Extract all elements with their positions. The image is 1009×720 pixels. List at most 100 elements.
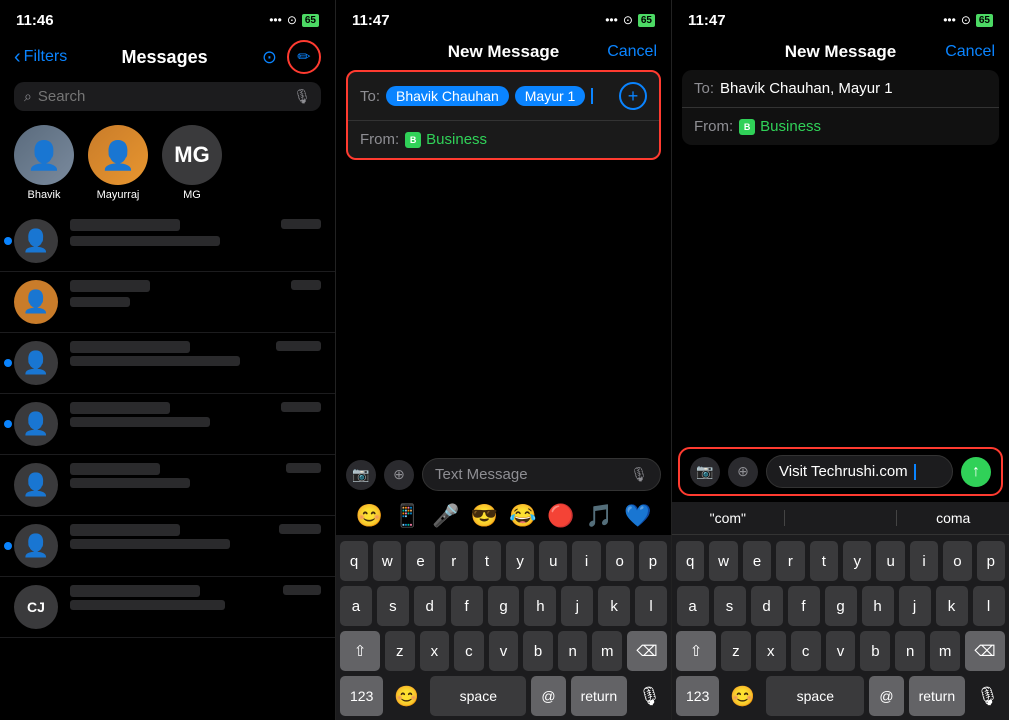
message-item[interactable]: 👤: [0, 455, 335, 516]
key-b-p3[interactable]: b: [860, 631, 890, 671]
key-i[interactable]: i: [572, 541, 600, 581]
key-a[interactable]: a: [340, 586, 372, 626]
return-key-p3[interactable]: return: [909, 676, 966, 716]
key-f[interactable]: f: [451, 586, 483, 626]
key-c[interactable]: c: [454, 631, 484, 671]
emoji-music[interactable]: 🎵: [586, 503, 613, 529]
more-button[interactable]: ⊙: [262, 46, 277, 69]
numbers-key[interactable]: 123: [340, 676, 383, 716]
delete-key-p3[interactable]: ⌫: [965, 631, 1005, 671]
delete-key[interactable]: ⌫: [627, 631, 667, 671]
shift-key[interactable]: ⇧: [340, 631, 380, 671]
emoji-heart[interactable]: 💙: [624, 503, 651, 529]
key-q-p3[interactable]: q: [676, 541, 704, 581]
key-p[interactable]: p: [639, 541, 667, 581]
text-message-field-p2[interactable]: Text Message 🎙: [422, 458, 661, 491]
key-f-p3[interactable]: f: [788, 586, 820, 626]
emoji-key[interactable]: 😊: [388, 684, 425, 709]
key-l[interactable]: l: [635, 586, 667, 626]
key-z[interactable]: z: [385, 631, 415, 671]
message-item[interactable]: 👤: [0, 211, 335, 272]
key-d[interactable]: d: [414, 586, 446, 626]
autocomplete-com[interactable]: "com": [672, 510, 785, 526]
at-key[interactable]: @: [531, 676, 565, 716]
compose-button[interactable]: ✏: [287, 40, 321, 74]
recipient-tag-mayur[interactable]: Mayur 1: [515, 86, 586, 106]
key-g[interactable]: g: [488, 586, 520, 626]
apps-button-p2[interactable]: ⊕: [384, 460, 414, 490]
key-q[interactable]: q: [340, 541, 368, 581]
key-e[interactable]: e: [406, 541, 434, 581]
emoji-cool[interactable]: 😎: [471, 503, 498, 529]
key-h[interactable]: h: [524, 586, 556, 626]
search-bar[interactable]: ⌕ 🎙: [14, 82, 321, 111]
message-item[interactable]: 👤: [0, 394, 335, 455]
key-v-p3[interactable]: v: [826, 631, 856, 671]
key-o[interactable]: o: [606, 541, 634, 581]
key-j-p3[interactable]: j: [899, 586, 931, 626]
search-input[interactable]: [38, 88, 287, 105]
key-e-p3[interactable]: e: [743, 541, 771, 581]
key-t[interactable]: t: [473, 541, 501, 581]
emoji-search[interactable]: 🔴: [547, 503, 574, 529]
key-s[interactable]: s: [377, 586, 409, 626]
key-w-p3[interactable]: w: [709, 541, 737, 581]
autocomplete-coma[interactable]: coma: [897, 510, 1009, 526]
key-k-p3[interactable]: k: [936, 586, 968, 626]
message-body-p2[interactable]: [336, 160, 671, 452]
space-key[interactable]: space: [430, 676, 526, 716]
mic-key-p3[interactable]: 🎙: [970, 686, 1005, 707]
key-p-p3[interactable]: p: [977, 541, 1005, 581]
key-i-p3[interactable]: i: [910, 541, 938, 581]
key-s-p3[interactable]: s: [714, 586, 746, 626]
message-body-p3[interactable]: [672, 145, 1009, 447]
cancel-button-p3[interactable]: Cancel: [945, 43, 995, 61]
emoji-wave[interactable]: 🎤: [432, 503, 459, 529]
key-x-p3[interactable]: x: [756, 631, 786, 671]
key-j[interactable]: j: [561, 586, 593, 626]
key-n-p3[interactable]: n: [895, 631, 925, 671]
key-u[interactable]: u: [539, 541, 567, 581]
key-m[interactable]: m: [592, 631, 622, 671]
message-item[interactable]: CJ: [0, 577, 335, 638]
key-x[interactable]: x: [420, 631, 450, 671]
key-y[interactable]: y: [506, 541, 534, 581]
key-m-p3[interactable]: m: [930, 631, 960, 671]
mic-key[interactable]: 🎙: [632, 686, 667, 707]
key-k[interactable]: k: [598, 586, 630, 626]
numbers-key-p3[interactable]: 123: [676, 676, 719, 716]
key-u-p3[interactable]: u: [876, 541, 904, 581]
add-recipient-button[interactable]: +: [619, 82, 647, 110]
text-message-field-p3[interactable]: Visit Techrushi.com: [766, 455, 953, 488]
emoji-key-p3[interactable]: 😊: [724, 684, 761, 709]
at-key-p3[interactable]: @: [869, 676, 903, 716]
camera-button-p2[interactable]: 📷: [346, 460, 376, 490]
message-item[interactable]: 👤: [0, 333, 335, 394]
key-t-p3[interactable]: t: [810, 541, 838, 581]
emoji-appstore[interactable]: 📱: [394, 503, 421, 529]
to-row-p2[interactable]: To: Bhavik Chauhan Mayur 1 +: [348, 72, 659, 121]
pinned-contact-mayur[interactable]: 👤 Mayurraj: [88, 125, 148, 201]
key-n[interactable]: n: [558, 631, 588, 671]
pinned-contact-bhavik[interactable]: 👤 Bhavik: [14, 125, 74, 201]
message-item[interactable]: 👤: [0, 272, 335, 333]
emoji-smiley[interactable]: 😊: [355, 503, 382, 529]
key-r-p3[interactable]: r: [776, 541, 804, 581]
key-w[interactable]: w: [373, 541, 401, 581]
key-c-p3[interactable]: c: [791, 631, 821, 671]
back-button-p1[interactable]: ‹ Filters: [14, 46, 67, 69]
key-g-p3[interactable]: g: [825, 586, 857, 626]
key-a-p3[interactable]: a: [677, 586, 709, 626]
key-r[interactable]: r: [440, 541, 468, 581]
to-row-p3[interactable]: To: Bhavik Chauhan, Mayur 1: [682, 70, 999, 108]
send-button-p3[interactable]: ↑: [961, 457, 991, 487]
cancel-button-p2[interactable]: Cancel: [607, 43, 657, 61]
recipient-tag-bhavik[interactable]: Bhavik Chauhan: [386, 86, 509, 106]
key-o-p3[interactable]: o: [943, 541, 971, 581]
return-key[interactable]: return: [571, 676, 628, 716]
emoji-laugh[interactable]: 😂: [509, 503, 536, 529]
key-v[interactable]: v: [489, 631, 519, 671]
key-z-p3[interactable]: z: [721, 631, 751, 671]
shift-key-p3[interactable]: ⇧: [676, 631, 716, 671]
message-item[interactable]: 👤: [0, 516, 335, 577]
